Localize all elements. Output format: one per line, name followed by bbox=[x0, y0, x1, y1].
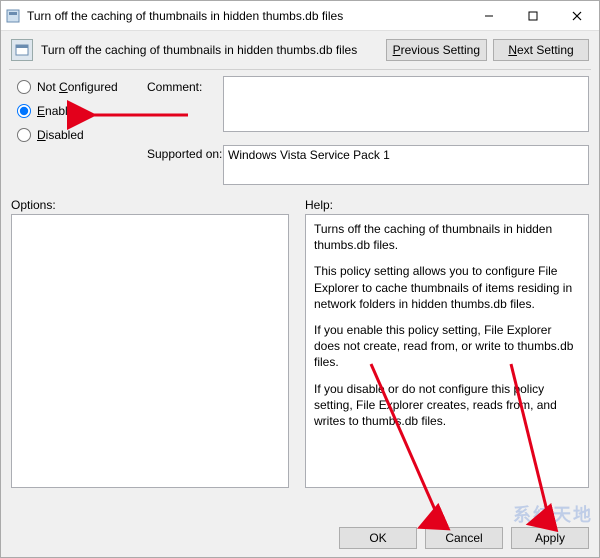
policy-title: Turn off the caching of thumbnails in hi… bbox=[41, 43, 378, 57]
state-radio-group: Not Configured Enabled Disabled bbox=[11, 76, 143, 188]
panels: Turns off the caching of thumbnails in h… bbox=[1, 214, 599, 488]
policy-icon bbox=[11, 39, 33, 61]
radio-disabled[interactable]: Disabled bbox=[17, 128, 143, 142]
config-area: Not Configured Enabled Disabled Comment:… bbox=[1, 76, 599, 188]
radio-not-configured-label: Not Configured bbox=[37, 80, 118, 94]
radio-enabled[interactable]: Enabled bbox=[17, 104, 143, 118]
minimize-button[interactable] bbox=[467, 1, 511, 31]
help-text: This policy setting allows you to config… bbox=[314, 263, 580, 312]
window-title: Turn off the caching of thumbnails in hi… bbox=[25, 9, 467, 23]
help-panel[interactable]: Turns off the caching of thumbnails in h… bbox=[305, 214, 589, 488]
radio-not-configured[interactable]: Not Configured bbox=[17, 80, 143, 94]
panels-labels: Options: Help: bbox=[1, 194, 599, 214]
cancel-button[interactable]: Cancel bbox=[425, 527, 503, 549]
ok-button[interactable]: OK bbox=[339, 527, 417, 549]
apply-button[interactable]: Apply bbox=[511, 527, 589, 549]
close-button[interactable] bbox=[555, 1, 599, 31]
supported-on-textarea: Windows Vista Service Pack 1 bbox=[223, 145, 589, 185]
radio-enabled-label: Enabled bbox=[37, 104, 81, 118]
app-icon bbox=[1, 9, 25, 23]
next-setting-button[interactable]: Next Setting bbox=[493, 39, 589, 61]
options-panel[interactable] bbox=[11, 214, 289, 488]
watermark-text: 系统天地 bbox=[513, 501, 593, 527]
header-row: Turn off the caching of thumbnails in hi… bbox=[1, 31, 599, 67]
radio-disabled-label: Disabled bbox=[37, 128, 84, 142]
radio-not-configured-input[interactable] bbox=[17, 80, 31, 94]
comment-label: Comment: bbox=[147, 76, 219, 135]
divider bbox=[9, 69, 591, 70]
help-text: If you disable or do not configure this … bbox=[314, 381, 580, 430]
previous-setting-button[interactable]: Previous Setting bbox=[386, 39, 487, 61]
help-text: If you enable this policy setting, File … bbox=[314, 322, 580, 371]
comment-textarea[interactable] bbox=[223, 76, 589, 132]
maximize-button[interactable] bbox=[511, 1, 555, 31]
radio-enabled-input[interactable] bbox=[17, 104, 31, 118]
radio-disabled-input[interactable] bbox=[17, 128, 31, 142]
titlebar: Turn off the caching of thumbnails in hi… bbox=[1, 1, 599, 31]
help-label: Help: bbox=[305, 198, 333, 212]
options-label: Options: bbox=[11, 198, 289, 212]
dialog-footer: OK Cancel Apply bbox=[339, 527, 589, 549]
policy-editor-window: Turn off the caching of thumbnails in hi… bbox=[0, 0, 600, 558]
supported-on-label: Supported on: bbox=[147, 135, 219, 188]
help-text: Turns off the caching of thumbnails in h… bbox=[314, 221, 580, 253]
